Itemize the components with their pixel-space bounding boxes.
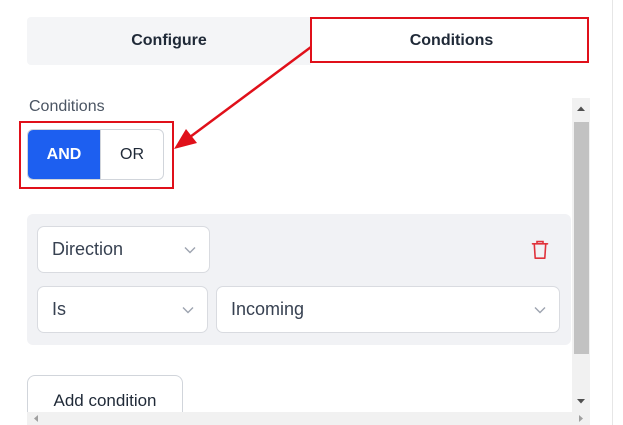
highlight-box-conditions-tab: [310, 17, 589, 63]
scroll-down-icon[interactable]: [572, 392, 590, 410]
highlight-box-logic-toggle: [19, 121, 174, 189]
value-select[interactable]: Incoming: [216, 286, 560, 333]
conditions-section-label: Conditions: [29, 98, 105, 115]
tab-configure[interactable]: Configure: [27, 17, 311, 65]
panel-divider: [612, 0, 613, 425]
field-select[interactable]: Direction: [37, 226, 210, 273]
scroll-up-icon[interactable]: [572, 100, 590, 118]
chevron-down-icon: [534, 307, 546, 314]
field-select-value: Direction: [52, 239, 124, 259]
chevron-down-icon: [184, 247, 196, 254]
operator-select[interactable]: Is: [37, 286, 208, 333]
scrollbar-thumb[interactable]: [574, 122, 589, 354]
vertical-scrollbar[interactable]: [572, 98, 590, 412]
add-condition-label: Add condition: [53, 391, 157, 410]
chevron-down-icon: [182, 307, 194, 314]
scroll-left-icon[interactable]: [29, 412, 43, 425]
scroll-right-icon[interactable]: [574, 412, 588, 425]
value-select-value: Incoming: [231, 299, 305, 319]
operator-select-value: Is: [52, 299, 67, 319]
trash-icon[interactable]: [531, 240, 549, 260]
horizontal-scrollbar[interactable]: [27, 412, 590, 425]
